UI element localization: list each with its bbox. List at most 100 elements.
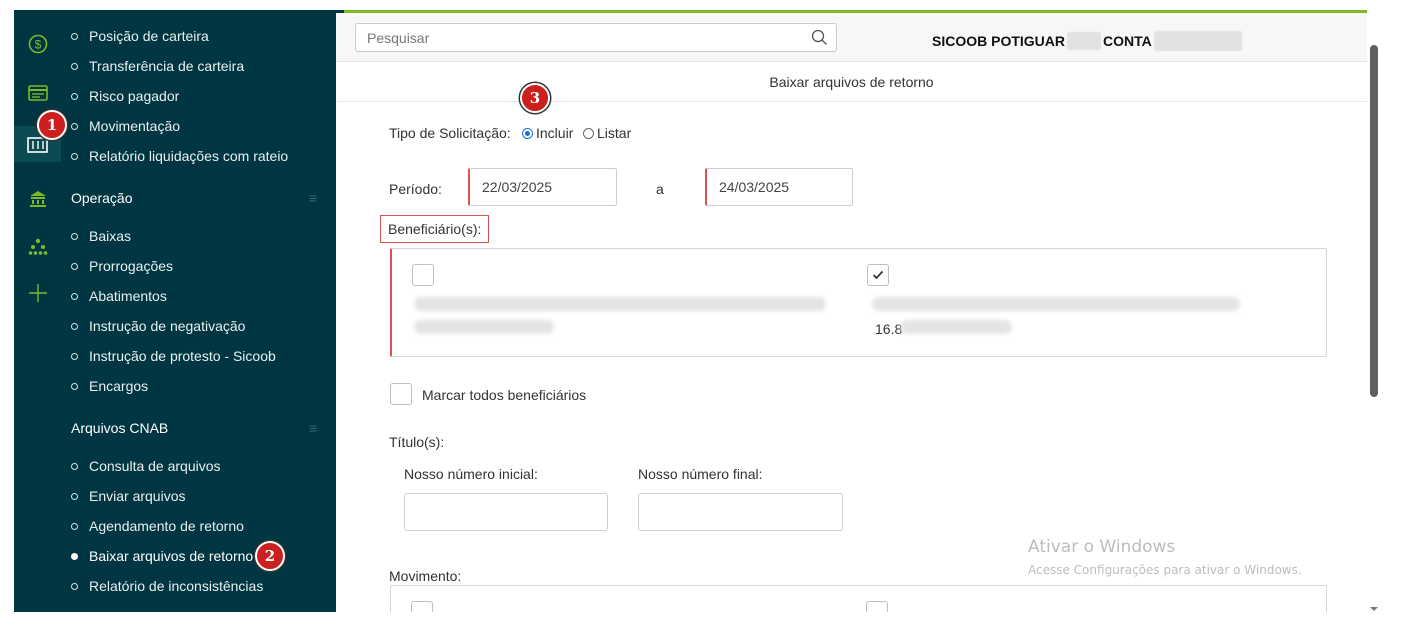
redacted-beneficiary-doc <box>414 320 554 334</box>
menu-section-label: Operação <box>71 190 133 206</box>
account-info: SICOOB POTIGUAR CONTA <box>932 31 1242 51</box>
card-icon[interactable] <box>14 78 61 108</box>
beneficiarios-label: Beneficiário(s): <box>380 215 490 243</box>
menu-item-movimentacao[interactable]: Movimentação <box>71 115 180 137</box>
date-to-value: 24/03/2025 <box>719 179 790 195</box>
collapse-icon: ≡ <box>308 420 317 436</box>
menu-section-label: Arquivos CNAB <box>71 420 169 436</box>
step-badge-3: 3 <box>520 83 550 113</box>
step-badge-1: 1 <box>37 110 67 140</box>
main-content: SICOOB POTIGUAR CONTA Baixar arquivos de… <box>336 13 1367 612</box>
conta-label: CONTA <box>1103 33 1152 49</box>
menu-item-label: Transferência de carteira <box>89 58 245 74</box>
sidebar-menu: Posição de carteira Transferência de car… <box>61 10 383 612</box>
bullet-icon <box>71 92 78 100</box>
menu-item-agendamento-retorno[interactable]: Agendamento de retorno <box>71 515 244 537</box>
date-from-value: 22/03/2025 <box>482 179 553 195</box>
menu-item-encargos[interactable]: Encargos <box>71 375 148 397</box>
money-icon[interactable]: $ <box>14 29 61 59</box>
menu-item-relatorio-liquidacoes[interactable]: Relatório liquidações com rateio <box>71 145 288 167</box>
nosso-numero-final-input[interactable] <box>638 493 843 531</box>
svg-text:$: $ <box>34 38 41 52</box>
menu-item-label: Agendamento de retorno <box>89 518 244 534</box>
menu-item-label: Risco pagador <box>89 88 180 104</box>
search-box <box>355 23 837 52</box>
bullet-icon <box>71 552 78 560</box>
nosso-numero-inicial-input[interactable] <box>404 493 608 531</box>
scroll-down-icon[interactable] <box>1369 600 1379 611</box>
radio-unchecked-icon <box>583 127 594 139</box>
menu-item-baixar-arquivos-retorno[interactable]: Baixar arquivos de retorno <box>71 545 253 567</box>
step-badge-2: 2 <box>255 541 285 571</box>
menu-section-operacao[interactable]: Operação ≡ <box>71 186 317 210</box>
radio-listar[interactable]: Listar <box>583 125 631 141</box>
bullet-icon <box>71 382 78 390</box>
menu-item-relatorio-inconsistencias[interactable]: Relatório de inconsistências <box>71 575 263 597</box>
menu-item-label: Consulta de arquivos <box>89 458 221 474</box>
menu-item-label: Enviar arquivos <box>89 488 186 504</box>
select-all-label: Marcar todos beneficiários <box>422 387 587 403</box>
bullet-icon <box>71 122 78 130</box>
menu-item-risco-pagador[interactable]: Risco pagador <box>71 85 179 107</box>
menu-item-instrucao-protesto[interactable]: Instrução de protesto - Sicoob <box>71 345 276 367</box>
beneficiary-checkbox-1[interactable] <box>412 264 434 286</box>
menu-item-label: Instrução de negativação <box>89 318 246 334</box>
hierarchy-icon[interactable] <box>14 232 61 262</box>
page-subtitle: Baixar arquivos de retorno <box>336 62 1367 102</box>
menu-item-label: Baixas <box>89 228 132 244</box>
date-to-field[interactable]: 24/03/2025 <box>705 168 853 206</box>
search-icon[interactable] <box>811 29 828 49</box>
bullet-icon <box>71 352 78 360</box>
search-input[interactable] <box>356 24 806 51</box>
menu-section-arquivos-cnab[interactable]: Arquivos CNAB ≡ <box>71 416 317 440</box>
app-frame: $ Posição de carteira Transferência de c… <box>14 10 1367 612</box>
beneficiary-doc-partial: 16.8 <box>875 321 903 337</box>
bullet-icon <box>71 152 78 160</box>
menu-item-posicao-carteira[interactable]: Posição de carteira <box>71 25 209 47</box>
bullet-icon <box>71 262 78 270</box>
movimento-checkbox-2[interactable] <box>866 601 888 612</box>
menu-item-abatimentos[interactable]: Abatimentos <box>71 285 167 307</box>
date-from-field[interactable]: 22/03/2025 <box>468 168 617 206</box>
menu-item-consulta-arquivos[interactable]: Consulta de arquivos <box>71 455 221 477</box>
bullet-icon <box>71 292 78 300</box>
redacted-block <box>1153 31 1242 51</box>
menu-item-prorrogacoes[interactable]: Prorrogações <box>71 255 173 277</box>
date-separator: a <box>656 181 664 197</box>
radio-listar-label: Listar <box>597 125 632 141</box>
icon-rail: $ <box>14 10 61 612</box>
menu-item-label: Posição de carteira <box>89 28 209 44</box>
menu-item-instrucao-negativacao[interactable]: Instrução de negativação <box>71 315 245 337</box>
redacted-beneficiary-doc <box>900 320 1012 334</box>
redacted-beneficiary-name <box>414 297 826 311</box>
scrollbar-thumb[interactable] <box>1370 45 1378 397</box>
collapse-icon: ≡ <box>308 190 317 206</box>
radio-incluir[interactable]: Incluir <box>522 125 573 141</box>
nosso-numero-inicial-label: Nosso número inicial: <box>404 466 538 482</box>
menu-item-baixas[interactable]: Baixas <box>71 225 131 247</box>
menu-item-transferencia-carteira[interactable]: Transferência de carteira <box>71 55 244 77</box>
menu-item-enviar-arquivos[interactable]: Enviar arquivos <box>71 485 186 507</box>
radio-checked-icon <box>522 127 533 139</box>
menu-item-label: Baixar arquivos de retorno <box>89 548 254 564</box>
titulos-label: Título(s): <box>389 434 445 450</box>
select-all-checkbox[interactable] <box>390 383 412 405</box>
bullet-icon <box>71 232 78 240</box>
radio-incluir-label: Incluir <box>536 125 574 141</box>
redacted-beneficiary-name <box>872 297 1240 311</box>
menu-item-label: Instrução de protesto - Sicoob <box>89 348 276 364</box>
bullet-icon <box>71 522 78 530</box>
movimento-label: Movimento: <box>389 568 462 584</box>
checkmark-icon <box>872 270 884 280</box>
plus-icon[interactable] <box>14 278 61 308</box>
movimento-checkbox-1[interactable] <box>411 601 433 612</box>
redacted-block <box>1067 32 1102 50</box>
beneficiary-checkbox-2[interactable] <box>867 264 889 286</box>
windows-watermark-subtitle: Acesse Configurações para ativar o Windo… <box>1028 563 1302 577</box>
top-bar: SICOOB POTIGUAR CONTA <box>336 13 1367 62</box>
bullet-icon <box>71 62 78 70</box>
cooperative-name: SICOOB POTIGUAR <box>932 33 1066 49</box>
bank-icon[interactable] <box>14 184 61 214</box>
menu-item-label: Encargos <box>89 378 149 394</box>
bullet-icon <box>71 32 78 40</box>
